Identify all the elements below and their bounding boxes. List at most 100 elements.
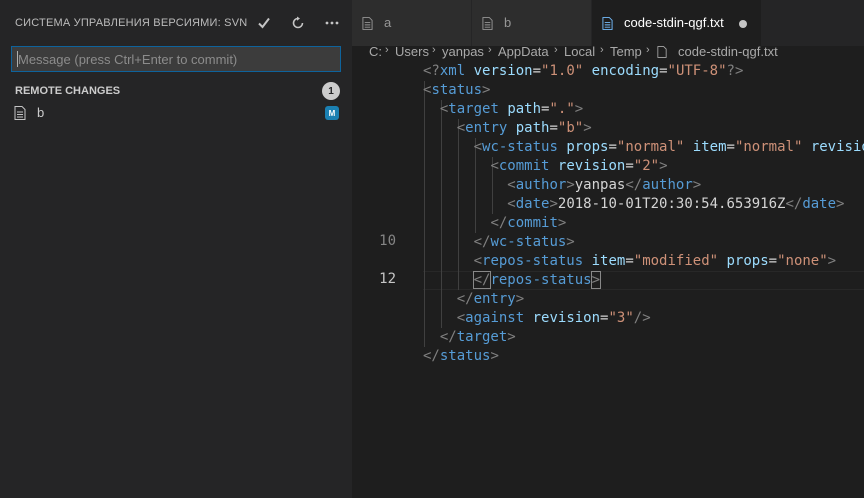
code-line: <status> xyxy=(423,81,490,100)
count-badge: 1 xyxy=(322,82,340,100)
code-token: > xyxy=(583,120,592,136)
tab-label: a xyxy=(384,15,392,30)
code-line: </target> xyxy=(423,328,516,347)
breadcrumb-item[interactable]: Users xyxy=(395,44,429,59)
code-token: entry xyxy=(465,120,508,136)
change-item[interactable]: b M xyxy=(0,102,352,124)
file-icon xyxy=(602,17,613,30)
code-token: date xyxy=(515,196,550,212)
code-token: repos-status xyxy=(490,272,592,288)
code-token: > xyxy=(507,329,516,345)
breadcrumb-item[interactable]: AppData xyxy=(498,44,549,59)
breadcrumb-item[interactable]: code-stdin-qgf.txt xyxy=(678,44,778,59)
code-token: status xyxy=(439,348,491,364)
tab-code-stdin[interactable]: code-stdin-qgf.txt xyxy=(592,0,762,46)
code-token: revision xyxy=(810,139,864,155)
breadcrumb: C: › Users › yanpas › AppData › Local › … xyxy=(352,44,864,62)
code-token: < xyxy=(490,158,499,174)
unsaved-dot-icon[interactable] xyxy=(739,20,747,28)
line-number: 12 xyxy=(379,271,396,287)
code-line: </repos-status> xyxy=(423,271,602,290)
change-file-name: b xyxy=(37,105,45,120)
code-token: xml xyxy=(439,63,466,79)
chevron-right-icon: › xyxy=(432,44,436,56)
code-token: = xyxy=(659,63,668,79)
more-icon[interactable] xyxy=(322,13,342,33)
file-icon xyxy=(362,17,373,30)
tab-a[interactable]: a xyxy=(352,0,472,46)
code-token: > xyxy=(659,158,668,174)
code-line: </commit> xyxy=(423,214,566,233)
code-token: props xyxy=(726,253,769,269)
code-token: = xyxy=(625,158,634,174)
refresh-icon[interactable] xyxy=(288,13,308,33)
breadcrumb-item[interactable]: Temp xyxy=(610,44,642,59)
commit-check-icon[interactable] xyxy=(254,13,274,33)
code-token: "3" xyxy=(608,310,634,326)
code-line: <against revision="3"/> xyxy=(423,309,651,328)
code-token: props xyxy=(566,139,609,155)
code-token: "modified" xyxy=(633,253,719,269)
code-token: date xyxy=(802,196,837,212)
code-line: </entry> xyxy=(423,290,524,309)
code-token: status xyxy=(431,82,483,98)
code-line: </wc-status> xyxy=(423,233,575,252)
code-token: entry xyxy=(473,291,516,307)
commit-message-input[interactable] xyxy=(11,46,341,72)
code-token: <? xyxy=(423,63,440,79)
tab-label: code-stdin-qgf.txt xyxy=(624,15,724,30)
file-icon xyxy=(482,17,493,30)
code-line: <date>2018-10-01T20:30:54.653916Z</date> xyxy=(423,195,844,214)
breadcrumb-item[interactable]: C: xyxy=(369,44,382,59)
code-token: > xyxy=(566,177,575,193)
tab-b[interactable]: b xyxy=(472,0,592,46)
remote-changes-header[interactable]: REMOTE CHANGES 1 xyxy=(0,80,352,102)
code-token: wc-status xyxy=(482,139,558,155)
code-token: "UTF-8" xyxy=(667,63,727,79)
code-token: commit xyxy=(498,158,550,174)
code-token: = xyxy=(608,139,617,155)
code-token: "b" xyxy=(557,120,584,136)
code-editor[interactable]: 10 12 <?xml version="1.0" encoding="UTF-… xyxy=(352,62,864,498)
code-line: <target path="."> xyxy=(423,100,583,119)
breadcrumb-item[interactable]: Local xyxy=(564,44,595,59)
code-token: = xyxy=(768,253,778,269)
code-token: > xyxy=(549,196,558,212)
code-token: < xyxy=(473,139,483,155)
code-token: ?> xyxy=(726,63,744,79)
code-token: > xyxy=(827,253,837,269)
code-token: commit xyxy=(507,215,558,231)
code-token: 2018-10-01T20:30:54.653916Z xyxy=(557,196,786,212)
code-token: = xyxy=(532,63,542,79)
code-token: "none" xyxy=(777,253,828,269)
breadcrumb-item[interactable]: yanpas xyxy=(442,44,484,59)
code-token: yanpas xyxy=(574,177,626,193)
chevron-right-icon: › xyxy=(646,44,650,56)
code-token: "1.0" xyxy=(541,63,584,79)
chevron-right-icon: › xyxy=(554,44,558,56)
chevron-right-icon: › xyxy=(600,44,604,56)
code-token: > xyxy=(566,234,575,250)
code-token: = xyxy=(726,139,735,155)
code-token: against xyxy=(465,310,525,326)
tab-label: b xyxy=(504,15,512,30)
code-token: > xyxy=(836,196,845,212)
file-icon xyxy=(657,46,667,58)
code-token: "2" xyxy=(633,158,660,174)
section-label: REMOTE CHANGES xyxy=(15,85,121,97)
code-line: <?xml version="1.0" encoding="UTF-8"?> xyxy=(423,62,743,81)
editor-tabbar: a b code-stdin-qgf.txt xyxy=(352,0,864,46)
